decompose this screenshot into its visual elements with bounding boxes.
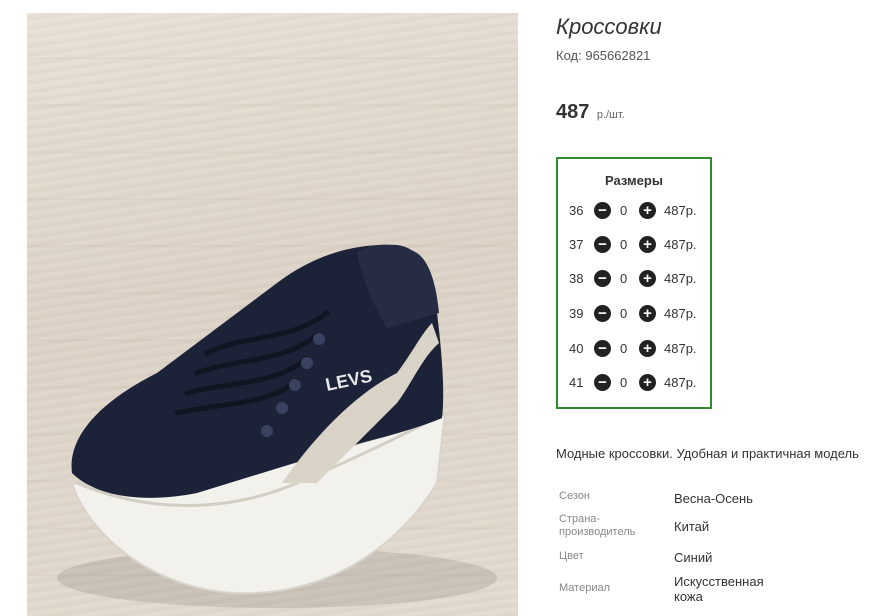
minus-circle-icon[interactable]: − (594, 305, 611, 322)
size-quantity: 0 (620, 271, 628, 286)
size-row: 37 − 0 + 487р. (558, 235, 710, 255)
sneaker-image: LEVS (57, 244, 497, 608)
size-row: 39 − 0 + 487р. (558, 304, 710, 324)
size-row: 40 − 0 + 487р. (558, 339, 710, 359)
size-price: 487р. (664, 271, 697, 286)
size-row: 41 − 0 + 487р. (558, 373, 710, 393)
attribute-value: Китай (674, 519, 710, 534)
attribute-value: Искусственная кожа (674, 574, 764, 604)
attribute-value: Весна-Осень (674, 491, 753, 506)
minus-circle-icon[interactable]: − (594, 340, 611, 357)
price-value: 487 (556, 101, 590, 123)
minus-circle-icon[interactable]: − (594, 236, 611, 253)
sizes-title: Размеры (605, 173, 663, 188)
size-value: 40 (569, 341, 584, 356)
size-row: 36 − 0 + 487р. (558, 201, 710, 221)
plus-circle-icon[interactable]: + (639, 236, 656, 253)
size-value: 37 (569, 237, 584, 252)
size-price: 487р. (664, 203, 697, 218)
attribute-key: Страна- производитель (559, 513, 636, 538)
plus-circle-icon[interactable]: + (639, 270, 656, 287)
product-price: 487 р./шт. (556, 101, 625, 124)
plus-circle-icon[interactable]: + (639, 202, 656, 219)
minus-circle-icon[interactable]: − (594, 202, 611, 219)
product-title: Кроссовки (556, 14, 662, 39)
minus-circle-icon[interactable]: − (594, 374, 611, 391)
size-value: 39 (569, 306, 584, 321)
attribute-key: Сезон (559, 490, 590, 502)
size-quantity: 0 (620, 203, 628, 218)
product-photo[interactable]: LEVS (27, 13, 518, 616)
size-quantity: 0 (620, 306, 628, 321)
plus-circle-icon[interactable]: + (639, 340, 656, 357)
attribute-value: Синий (674, 550, 713, 565)
size-price: 487р. (664, 375, 697, 390)
size-price: 487р. (664, 341, 697, 356)
size-value: 38 (569, 271, 584, 286)
size-price: 487р. (664, 306, 697, 321)
product-code-label: Код: (556, 48, 582, 63)
size-quantity: 0 (620, 237, 628, 252)
minus-circle-icon[interactable]: − (594, 270, 611, 287)
size-row: 38 − 0 + 487р. (558, 269, 710, 289)
attribute-key: Цвет (559, 550, 584, 562)
price-unit: р./шт. (596, 109, 625, 121)
product-code-value: 965662821 (585, 48, 651, 63)
product-description: Модные кроссовки. Удобная и практичная м… (556, 446, 859, 461)
size-selector: Размеры 36 − 0 + 487р. 37 − 0 + 487р. 38… (556, 157, 712, 409)
plus-circle-icon[interactable]: + (639, 374, 656, 391)
attribute-key: Материал (559, 582, 610, 594)
size-value: 36 (569, 203, 584, 218)
size-price: 487р. (664, 237, 697, 252)
plus-circle-icon[interactable]: + (639, 305, 656, 322)
size-quantity: 0 (620, 375, 628, 390)
size-quantity: 0 (620, 341, 628, 356)
product-code: Код: 965662821 (556, 48, 650, 63)
size-value: 41 (569, 375, 584, 390)
